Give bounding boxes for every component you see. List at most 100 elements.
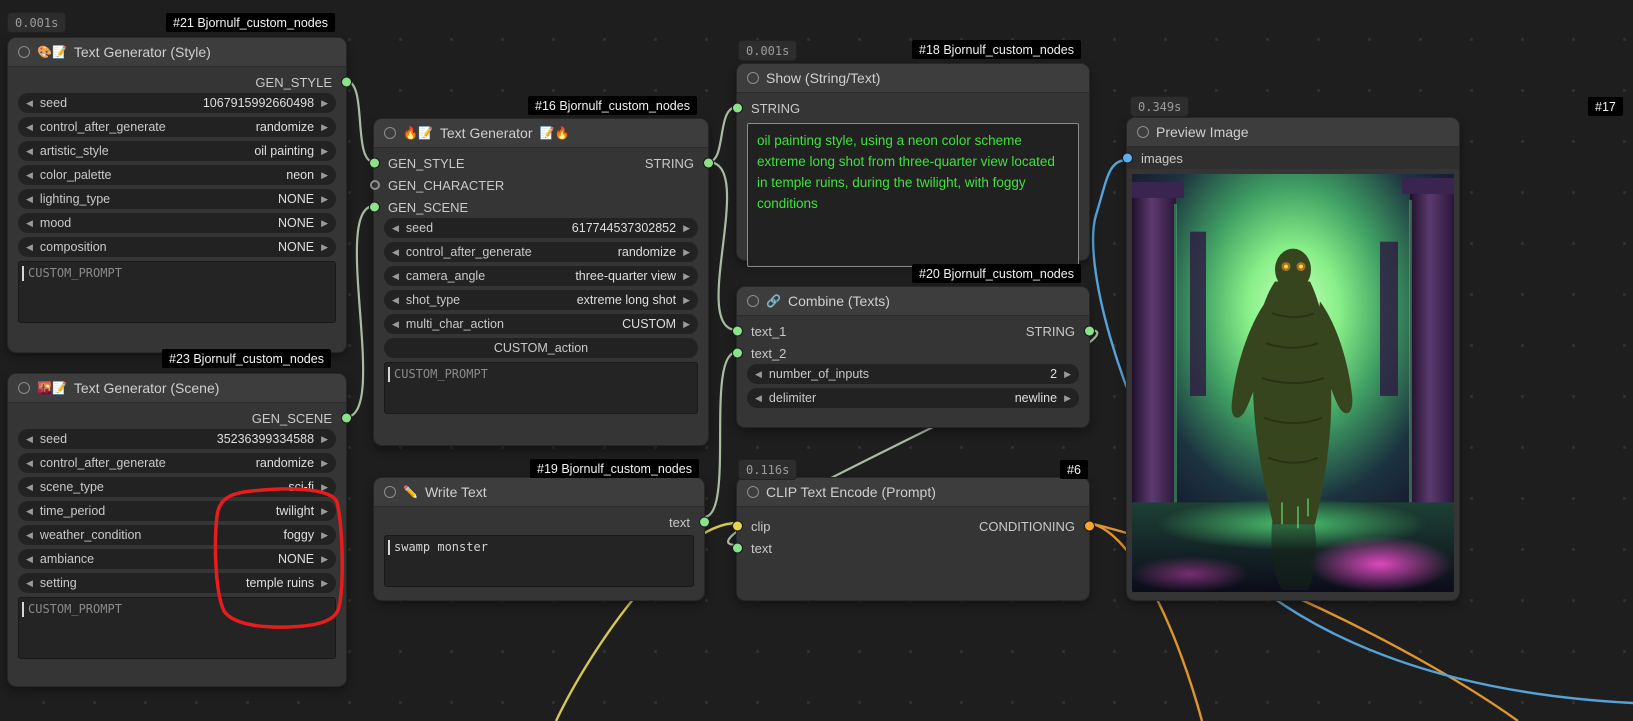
node-show-string-text[interactable]: Show (String/Text) STRING oil painting s… (737, 64, 1089, 260)
increment-arrow-icon[interactable]: ▶ (683, 295, 690, 306)
widget-seed[interactable]: ◀seed35236399334588▶ (18, 429, 336, 449)
input-slot-images[interactable] (1123, 154, 1132, 163)
input-slot-clip[interactable] (733, 522, 742, 531)
collapse-icon[interactable] (384, 486, 396, 498)
decrement-arrow-icon[interactable]: ◀ (26, 146, 33, 157)
increment-arrow-icon[interactable]: ▶ (321, 218, 328, 229)
output-slot-string[interactable] (704, 159, 713, 168)
node-title-bar[interactable]: 🔗 Combine (Texts) (737, 287, 1089, 316)
node-title-bar[interactable]: Show (String/Text) (737, 64, 1089, 93)
node-title-bar[interactable]: 🔥📝 Text Generator 📝🔥 (374, 119, 708, 148)
widget-weather-condition[interactable]: ◀weather_conditionfoggy▶ (18, 525, 336, 545)
increment-arrow-icon[interactable]: ▶ (321, 194, 328, 205)
increment-arrow-icon[interactable]: ▶ (1064, 393, 1071, 404)
increment-arrow-icon[interactable]: ▶ (683, 247, 690, 258)
widget-control-after-generate[interactable]: ◀control_after_generaterandomize▶ (384, 242, 698, 262)
node-write-text[interactable]: ✏️ Write Text text swamp monster (374, 478, 704, 600)
decrement-arrow-icon[interactable]: ◀ (392, 271, 399, 282)
node-title-bar[interactable]: 🎨📝 Text Generator (Style) (8, 38, 346, 67)
node-title-bar[interactable]: 🌇📝 Text Generator (Scene) (8, 374, 346, 403)
node-graph-canvas[interactable]: 0.001s #21 Bjornulf_custom_nodes #23 Bjo… (0, 0, 1633, 721)
decrement-arrow-icon[interactable]: ◀ (26, 98, 33, 109)
output-slot-gen-scene[interactable] (342, 414, 351, 423)
increment-arrow-icon[interactable]: ▶ (321, 434, 328, 445)
decrement-arrow-icon[interactable]: ◀ (26, 242, 33, 253)
decrement-arrow-icon[interactable]: ◀ (26, 122, 33, 133)
decrement-arrow-icon[interactable]: ◀ (26, 530, 33, 541)
increment-arrow-icon[interactable]: ▶ (321, 170, 328, 181)
widget-seed[interactable]: ◀seed617744537302852▶ (384, 218, 698, 238)
write-text-textarea[interactable]: swamp monster (384, 535, 694, 587)
decrement-arrow-icon[interactable]: ◀ (755, 393, 762, 404)
output-slot-gen-style[interactable] (342, 78, 351, 87)
node-text-generator-style[interactable]: 🎨📝 Text Generator (Style) GEN_STYLE ◀see… (8, 38, 346, 352)
output-slot-string[interactable] (1085, 327, 1094, 336)
node-title-bar[interactable]: ✏️ Write Text (374, 478, 704, 507)
collapse-icon[interactable] (384, 127, 396, 139)
node-preview-image[interactable]: Preview Image images (1127, 118, 1459, 600)
input-slot-text[interactable] (733, 544, 742, 553)
decrement-arrow-icon[interactable]: ◀ (26, 554, 33, 565)
input-slot-gen-character[interactable] (370, 180, 380, 190)
increment-arrow-icon[interactable]: ▶ (321, 242, 328, 253)
collapse-icon[interactable] (747, 486, 759, 498)
widget-shot-type[interactable]: ◀shot_typeextreme long shot▶ (384, 290, 698, 310)
increment-arrow-icon[interactable]: ▶ (321, 578, 328, 589)
increment-arrow-icon[interactable]: ▶ (1064, 369, 1071, 380)
collapse-icon[interactable] (747, 295, 759, 307)
collapse-icon[interactable] (747, 72, 759, 84)
node-combine-texts[interactable]: 🔗 Combine (Texts) text_1 STRING text_2 ◀… (737, 287, 1089, 427)
widget-number-of-inputs[interactable]: ◀number_of_inputs2▶ (747, 364, 1079, 384)
increment-arrow-icon[interactable]: ▶ (683, 223, 690, 234)
decrement-arrow-icon[interactable]: ◀ (392, 319, 399, 330)
collapse-icon[interactable] (18, 382, 30, 394)
increment-arrow-icon[interactable]: ▶ (321, 530, 328, 541)
input-slot-gen-scene[interactable] (370, 203, 379, 212)
increment-arrow-icon[interactable]: ▶ (321, 482, 328, 493)
increment-arrow-icon[interactable]: ▶ (321, 458, 328, 469)
decrement-arrow-icon[interactable]: ◀ (26, 578, 33, 589)
widget-lighting-type[interactable]: ◀lighting_typeNONE▶ (18, 189, 336, 209)
widget-ambiance[interactable]: ◀ambianceNONE▶ (18, 549, 336, 569)
decrement-arrow-icon[interactable]: ◀ (26, 170, 33, 181)
output-slot-text[interactable] (700, 518, 709, 527)
node-clip-text-encode[interactable]: CLIP Text Encode (Prompt) clip CONDITION… (737, 478, 1089, 600)
increment-arrow-icon[interactable]: ▶ (683, 271, 690, 282)
widget-camera-angle[interactable]: ◀camera_anglethree-quarter view▶ (384, 266, 698, 286)
node-text-generator-scene[interactable]: 🌇📝 Text Generator (Scene) GEN_SCENE ◀see… (8, 374, 346, 686)
increment-arrow-icon[interactable]: ▶ (683, 319, 690, 330)
widget-custom-action[interactable]: CUSTOM_action (384, 338, 698, 358)
increment-arrow-icon[interactable]: ▶ (321, 98, 328, 109)
decrement-arrow-icon[interactable]: ◀ (392, 247, 399, 258)
widget-composition[interactable]: ◀compositionNONE▶ (18, 237, 336, 257)
output-slot-conditioning[interactable] (1085, 522, 1094, 531)
widget-scene-type[interactable]: ◀scene_typesci-fi▶ (18, 477, 336, 497)
increment-arrow-icon[interactable]: ▶ (321, 554, 328, 565)
node-text-generator[interactable]: 🔥📝 Text Generator 📝🔥 GEN_STYLE STRING GE… (374, 119, 708, 445)
widget-control-after-generate[interactable]: ◀control_after_generaterandomize▶ (18, 117, 336, 137)
widget-setting[interactable]: ◀settingtemple ruins▶ (18, 573, 336, 593)
widget-delimiter[interactable]: ◀delimiternewline▶ (747, 388, 1079, 408)
collapse-icon[interactable] (18, 46, 30, 58)
input-slot-gen-style[interactable] (370, 159, 379, 168)
increment-arrow-icon[interactable]: ▶ (321, 506, 328, 517)
decrement-arrow-icon[interactable]: ◀ (26, 458, 33, 469)
decrement-arrow-icon[interactable]: ◀ (26, 218, 33, 229)
widget-color-palette[interactable]: ◀color_paletteneon▶ (18, 165, 336, 185)
widget-seed[interactable]: ◀seed1067915992660498▶ (18, 93, 336, 113)
increment-arrow-icon[interactable]: ▶ (321, 146, 328, 157)
widget-artistic-style[interactable]: ◀artistic_styleoil painting▶ (18, 141, 336, 161)
decrement-arrow-icon[interactable]: ◀ (26, 482, 33, 493)
custom-prompt-textarea[interactable]: CUSTOM_PROMPT (384, 362, 698, 414)
decrement-arrow-icon[interactable]: ◀ (26, 194, 33, 205)
widget-mood[interactable]: ◀moodNONE▶ (18, 213, 336, 233)
decrement-arrow-icon[interactable]: ◀ (392, 295, 399, 306)
widget-time-period[interactable]: ◀time_periodtwilight▶ (18, 501, 336, 521)
decrement-arrow-icon[interactable]: ◀ (392, 223, 399, 234)
custom-prompt-textarea[interactable]: CUSTOM_PROMPT (18, 261, 336, 323)
node-title-bar[interactable]: CLIP Text Encode (Prompt) (737, 478, 1089, 507)
input-slot-text-2[interactable] (733, 349, 742, 358)
node-title-bar[interactable]: Preview Image (1127, 118, 1459, 147)
widget-control-after-generate[interactable]: ◀control_after_generaterandomize▶ (18, 453, 336, 473)
input-slot-text-1[interactable] (733, 327, 742, 336)
